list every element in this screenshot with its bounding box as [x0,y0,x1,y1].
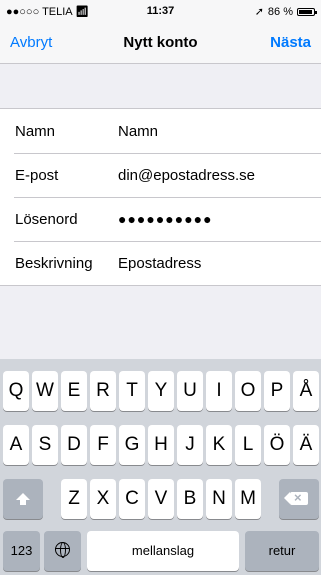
battery-percent: 86 % [267,5,293,18]
key-f[interactable]: F [90,425,116,465]
keyboard: Q W E R T Y U I O P Å A S D F G H J K L … [0,359,321,575]
key-auml[interactable]: Ä [293,425,319,465]
key-n[interactable]: N [206,479,232,519]
description-row[interactable]: Beskrivning Epostadress [0,241,321,285]
key-d[interactable]: D [61,425,87,465]
password-field[interactable]: ●●●●●●●●●● [118,211,213,227]
key-o[interactable]: O [235,371,261,411]
battery-icon [297,7,317,16]
globe-icon [55,542,70,559]
key-b[interactable]: B [177,479,203,519]
key-z[interactable]: Z [61,479,87,519]
return-key[interactable]: retur [245,531,319,571]
key-e[interactable]: E [61,371,87,411]
key-c[interactable]: C [119,479,145,519]
key-y[interactable]: Y [148,371,174,411]
key-a[interactable]: A [3,425,29,465]
key-m[interactable]: M [235,479,261,519]
next-button[interactable]: Nästa [270,34,311,51]
key-g[interactable]: G [119,425,145,465]
key-l[interactable]: L [235,425,261,465]
name-row[interactable]: Namn Namn [0,109,321,153]
shift-icon [16,493,30,506]
shift-key[interactable] [3,479,43,519]
key-r[interactable]: R [90,371,116,411]
key-t[interactable]: T [119,371,145,411]
email-label: E-post [15,166,59,184]
navigation-bar: Avbryt Nytt konto Nästa [0,22,321,64]
description-field[interactable]: Epostadress [118,255,201,272]
password-row[interactable]: Lösenord ●●●●●●●●●● [0,197,321,241]
email-field[interactable]: din@epostadress.se [118,167,255,184]
backspace-icon [284,478,308,517]
key-u[interactable]: U [177,371,203,411]
name-field[interactable]: Namn [118,123,158,140]
key-i[interactable]: I [206,371,232,411]
key-w[interactable]: W [32,371,58,411]
account-form: Namn Namn E-post din@epostadress.se Löse… [0,108,321,286]
key-v[interactable]: V [148,479,174,519]
globe-key[interactable] [44,531,81,571]
key-j[interactable]: J [177,425,203,465]
key-s[interactable]: S [32,425,58,465]
name-label: Namn [15,122,56,140]
key-h[interactable]: H [148,425,174,465]
numbers-key[interactable]: 123 [3,531,40,571]
key-x[interactable]: X [90,479,116,519]
key-k[interactable]: K [206,425,232,465]
location-arrow-icon: ➚ [254,6,264,18]
email-row[interactable]: E-post din@epostadress.se [0,153,321,197]
delete-key[interactable] [279,478,319,519]
key-aring[interactable]: Å [293,371,319,411]
space-key[interactable]: mellanslag [87,531,239,571]
key-ouml[interactable]: Ö [264,425,290,465]
key-p[interactable]: P [264,371,290,411]
status-bar: ●●○○○ TELIA 📶︎ 11:37 ➚ 86 % [0,0,321,22]
password-label: Lösenord [15,210,78,228]
status-right: ➚ 86 % [254,5,317,18]
description-label: Beskrivning [15,254,93,272]
key-q[interactable]: Q [3,371,29,411]
